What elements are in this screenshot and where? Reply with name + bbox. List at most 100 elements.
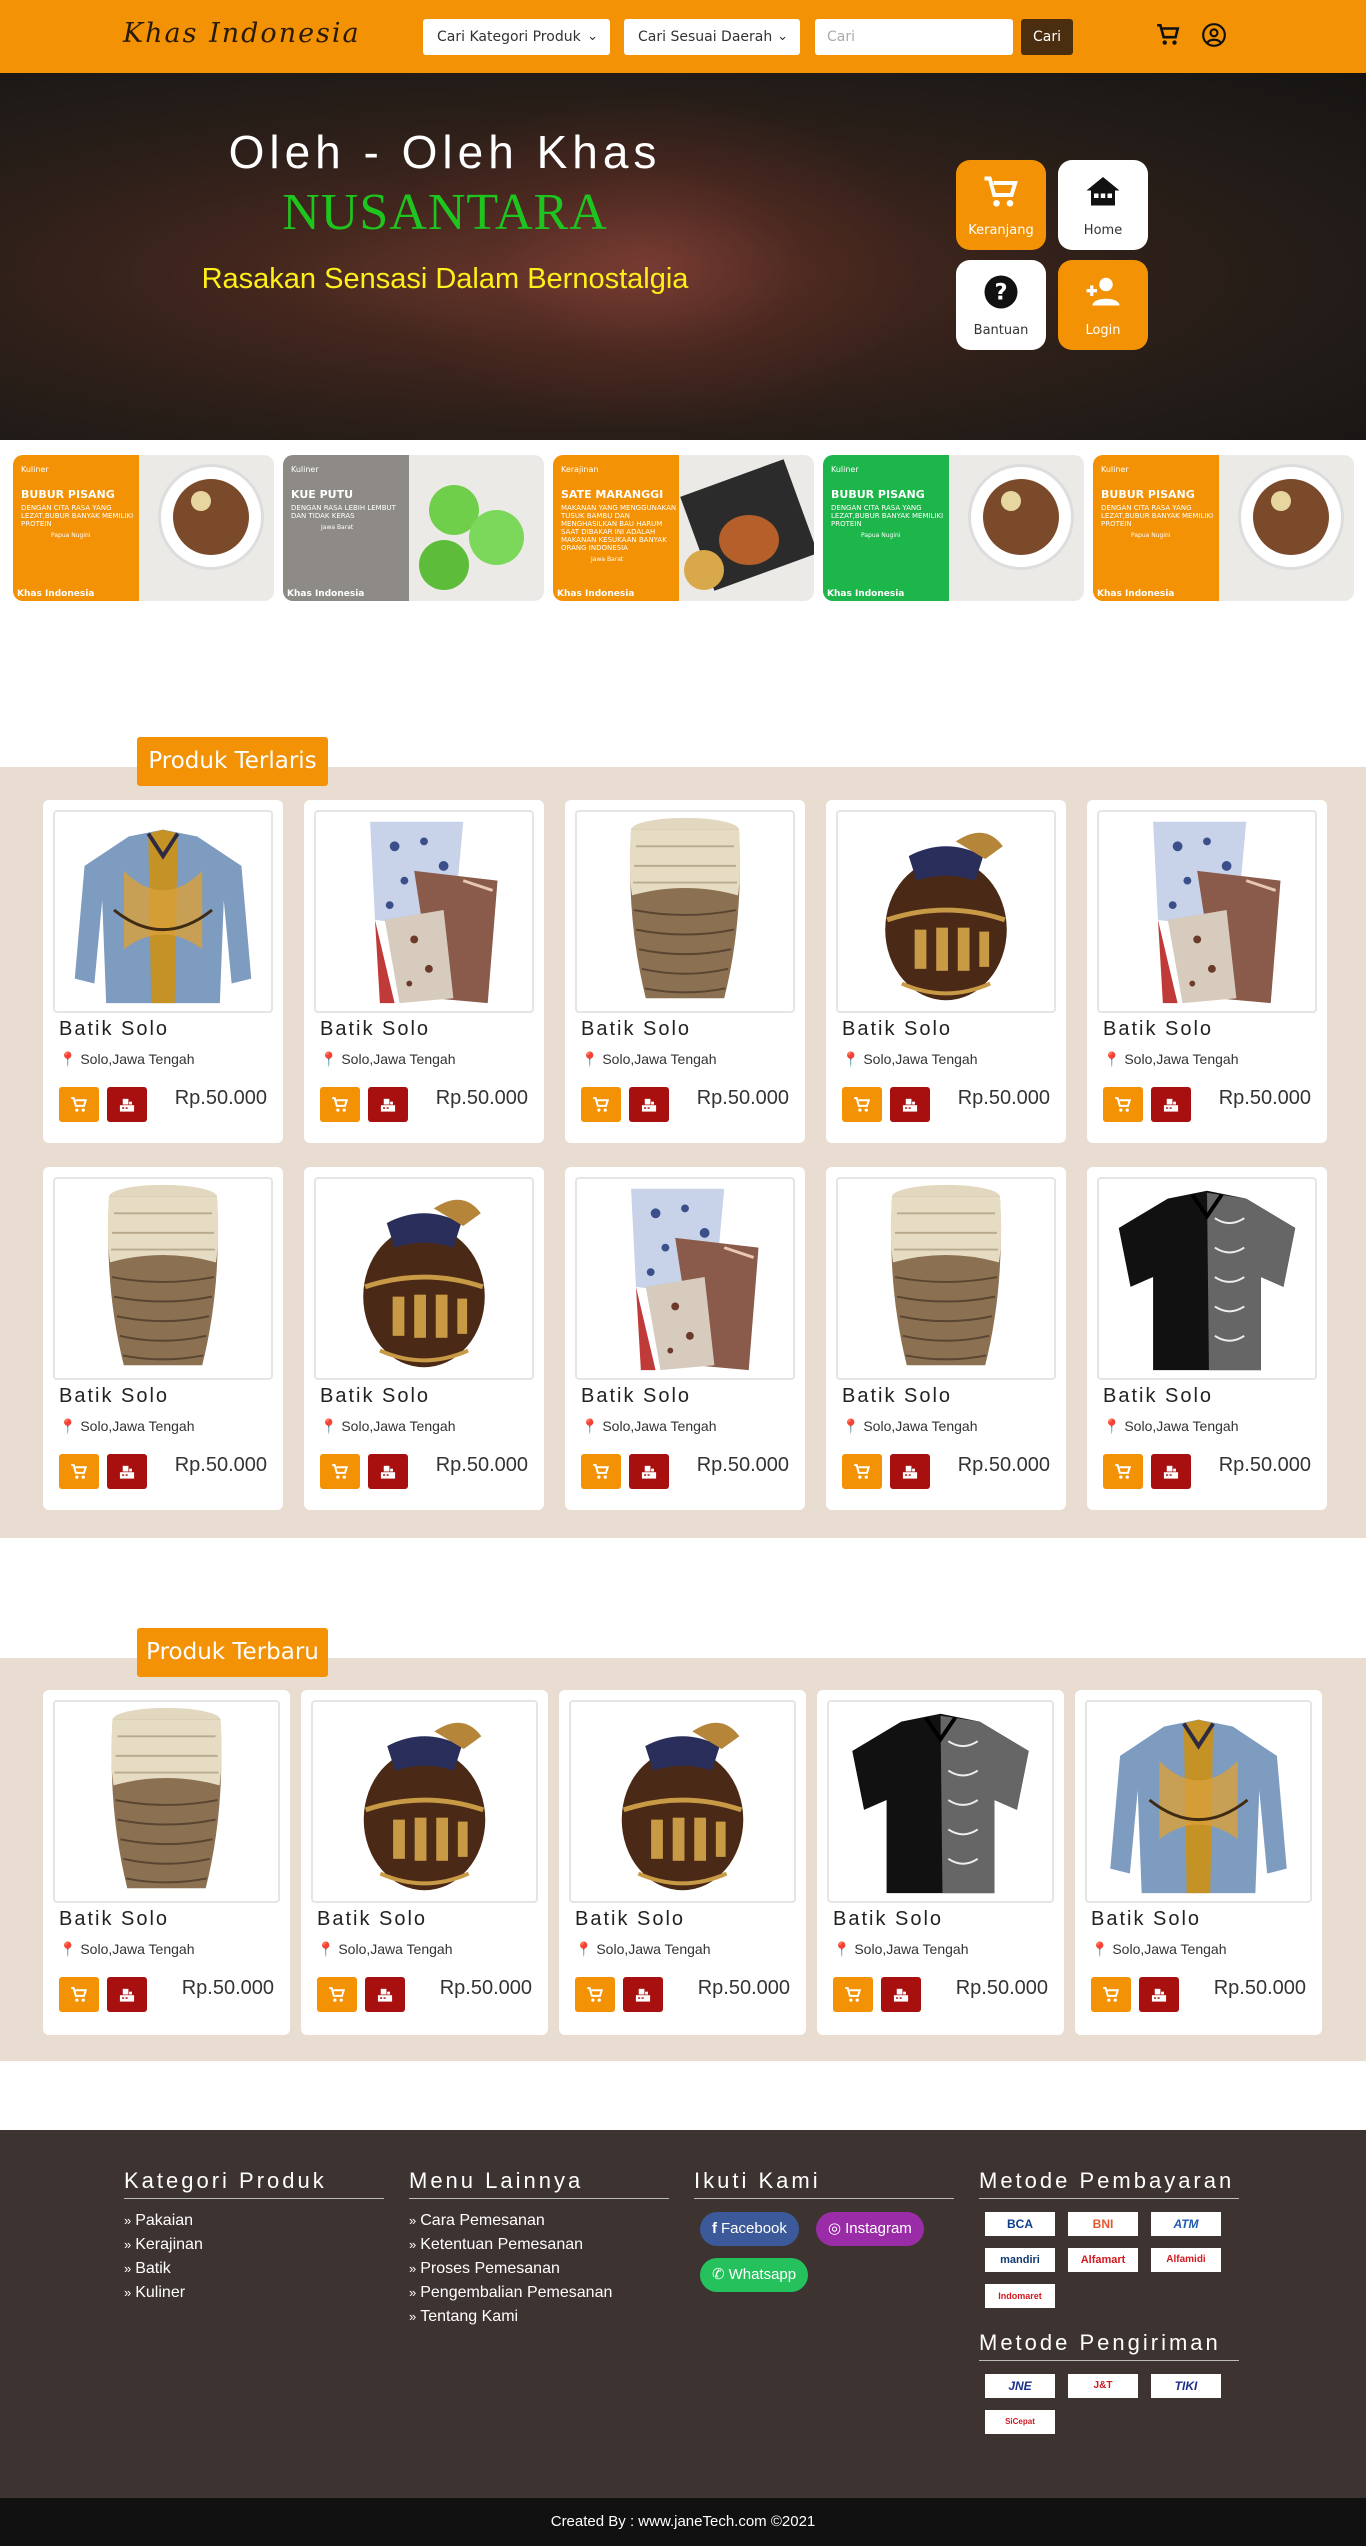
promo-banner[interactable]: Kuliner BUBUR PISANG DENGAN CITA RASA YA…: [823, 455, 1084, 601]
buy-now-button[interactable]: [107, 1454, 147, 1489]
product-card[interactable]: Batik Solo 📍 Solo,Jawa Tengah Rp.50.000: [1075, 1690, 1322, 2035]
buy-now-button[interactable]: [890, 1454, 930, 1489]
add-to-cart-button[interactable]: [575, 1977, 615, 2012]
product-image[interactable]: [53, 1700, 280, 1903]
product-image[interactable]: [311, 1700, 538, 1903]
product-name[interactable]: Batik Solo: [320, 1385, 430, 1408]
product-image[interactable]: [827, 1700, 1054, 1903]
product-name[interactable]: Batik Solo: [320, 1018, 430, 1041]
search-input[interactable]: [815, 19, 1013, 55]
product-name[interactable]: Batik Solo: [59, 1018, 169, 1041]
footer-link[interactable]: » Pengembalian Pemesanan: [409, 2281, 669, 2305]
footer-link[interactable]: » Tentang Kami: [409, 2305, 669, 2329]
product-name[interactable]: Batik Solo: [842, 1018, 952, 1041]
tile-home[interactable]: Home: [1058, 160, 1148, 250]
product-image[interactable]: [314, 1177, 534, 1380]
buy-now-button[interactable]: [368, 1454, 408, 1489]
instagram-button[interactable]: ◎ Instagram: [816, 2212, 924, 2246]
product-name[interactable]: Batik Solo: [1091, 1908, 1201, 1931]
buy-now-button[interactable]: [881, 1977, 921, 2012]
product-image[interactable]: [53, 1177, 273, 1380]
tile-keranjang[interactable]: Keranjang: [956, 160, 1046, 250]
product-image[interactable]: [569, 1700, 796, 1903]
footer-link[interactable]: » Kerajinan: [124, 2233, 384, 2257]
product-image[interactable]: [314, 810, 534, 1013]
buy-now-button[interactable]: [623, 1977, 663, 2012]
buy-now-button[interactable]: [629, 1454, 669, 1489]
product-image[interactable]: [575, 810, 795, 1013]
product-card[interactable]: Batik Solo 📍 Solo,Jawa Tengah Rp.50.000: [826, 1167, 1066, 1510]
promo-banner[interactable]: Kuliner KUE PUTU DENGAN RASA LEBIH LEMBU…: [283, 455, 544, 601]
product-name[interactable]: Batik Solo: [842, 1385, 952, 1408]
product-card[interactable]: Batik Solo 📍 Solo,Jawa Tengah Rp.50.000: [43, 1167, 283, 1510]
buy-now-button[interactable]: [1151, 1087, 1191, 1122]
product-card[interactable]: Batik Solo 📍 Solo,Jawa Tengah Rp.50.000: [1087, 1167, 1327, 1510]
product-image[interactable]: [575, 1177, 795, 1380]
tile-login[interactable]: Login: [1058, 260, 1148, 350]
facebook-button[interactable]: f Facebook: [700, 2212, 799, 2246]
product-card[interactable]: Batik Solo 📍 Solo,Jawa Tengah Rp.50.000: [43, 800, 283, 1143]
product-name[interactable]: Batik Solo: [833, 1908, 943, 1931]
product-card[interactable]: Batik Solo 📍 Solo,Jawa Tengah Rp.50.000: [565, 1167, 805, 1510]
add-to-cart-button[interactable]: [59, 1087, 99, 1122]
add-to-cart-button[interactable]: [320, 1087, 360, 1122]
product-name[interactable]: Batik Solo: [581, 1385, 691, 1408]
product-image[interactable]: [1097, 810, 1317, 1013]
footer-link[interactable]: » Ketentuan Pemesanan: [409, 2233, 669, 2257]
product-image[interactable]: [836, 1177, 1056, 1380]
product-name[interactable]: Batik Solo: [1103, 1385, 1213, 1408]
add-to-cart-button[interactable]: [1103, 1454, 1143, 1489]
product-image[interactable]: [53, 810, 273, 1013]
product-card[interactable]: Batik Solo 📍 Solo,Jawa Tengah Rp.50.000: [817, 1690, 1064, 2035]
promo-banner[interactable]: Kuliner BUBUR PISANG DENGAN CITA RASA YA…: [1093, 455, 1354, 601]
buy-now-button[interactable]: [890, 1087, 930, 1122]
buy-now-button[interactable]: [107, 1087, 147, 1122]
product-card[interactable]: Batik Solo 📍 Solo,Jawa Tengah Rp.50.000: [304, 1167, 544, 1510]
add-to-cart-button[interactable]: [1091, 1977, 1131, 2012]
whatsapp-button[interactable]: ✆ Whatsapp: [700, 2258, 809, 2292]
product-card[interactable]: Batik Solo 📍 Solo,Jawa Tengah Rp.50.000: [301, 1690, 548, 2035]
add-to-cart-button[interactable]: [833, 1977, 873, 2012]
buy-now-button[interactable]: [365, 1977, 405, 2012]
product-image[interactable]: [1085, 1700, 1312, 1903]
buy-now-button[interactable]: [368, 1087, 408, 1122]
product-card[interactable]: Batik Solo 📍 Solo,Jawa Tengah Rp.50.000: [565, 800, 805, 1143]
add-to-cart-button[interactable]: [842, 1454, 882, 1489]
product-card[interactable]: Batik Solo 📍 Solo,Jawa Tengah Rp.50.000: [826, 800, 1066, 1143]
product-name[interactable]: Batik Solo: [59, 1908, 169, 1931]
buy-now-button[interactable]: [1151, 1454, 1191, 1489]
product-name[interactable]: Batik Solo: [59, 1385, 169, 1408]
buy-now-button[interactable]: [107, 1977, 147, 2012]
footer-link[interactable]: » Kuliner: [124, 2281, 384, 2305]
add-to-cart-button[interactable]: [581, 1454, 621, 1489]
search-button[interactable]: Cari: [1021, 19, 1073, 55]
user-account-icon[interactable]: [1201, 22, 1227, 48]
region-select[interactable]: Cari Sesuai Daerah ⌄: [624, 19, 800, 55]
cart-icon[interactable]: [1155, 22, 1181, 48]
add-to-cart-button[interactable]: [317, 1977, 357, 2012]
add-to-cart-button[interactable]: [59, 1977, 99, 2012]
product-name[interactable]: Batik Solo: [317, 1908, 427, 1931]
add-to-cart-button[interactable]: [1103, 1087, 1143, 1122]
promo-banner[interactable]: Kerajinan SATE MARANGGI MAKANAN YANG MEN…: [553, 455, 814, 601]
footer-link[interactable]: » Pakaian: [124, 2209, 384, 2233]
add-to-cart-button[interactable]: [842, 1087, 882, 1122]
buy-now-button[interactable]: [1139, 1977, 1179, 2012]
product-image[interactable]: [836, 810, 1056, 1013]
category-select[interactable]: Cari Kategori Produk ⌄: [423, 19, 610, 55]
product-name[interactable]: Batik Solo: [575, 1908, 685, 1931]
product-card[interactable]: Batik Solo 📍 Solo,Jawa Tengah Rp.50.000: [304, 800, 544, 1143]
add-to-cart-button[interactable]: [320, 1454, 360, 1489]
product-card[interactable]: Batik Solo 📍 Solo,Jawa Tengah Rp.50.000: [1087, 800, 1327, 1143]
product-card[interactable]: Batik Solo 📍 Solo,Jawa Tengah Rp.50.000: [43, 1690, 290, 2035]
product-name[interactable]: Batik Solo: [581, 1018, 691, 1041]
footer-link[interactable]: » Batik: [124, 2257, 384, 2281]
product-image[interactable]: [1097, 1177, 1317, 1380]
product-card[interactable]: Batik Solo 📍 Solo,Jawa Tengah Rp.50.000: [559, 1690, 806, 2035]
footer-link[interactable]: » Cara Pemesanan: [409, 2209, 669, 2233]
brand-logo[interactable]: Khas Indonesia: [123, 18, 361, 49]
promo-banner[interactable]: Kuliner BUBUR PISANG DENGAN CITA RASA YA…: [13, 455, 274, 601]
tile-bantuan[interactable]: ? Bantuan: [956, 260, 1046, 350]
product-name[interactable]: Batik Solo: [1103, 1018, 1213, 1041]
footer-link[interactable]: » Proses Pemesanan: [409, 2257, 669, 2281]
